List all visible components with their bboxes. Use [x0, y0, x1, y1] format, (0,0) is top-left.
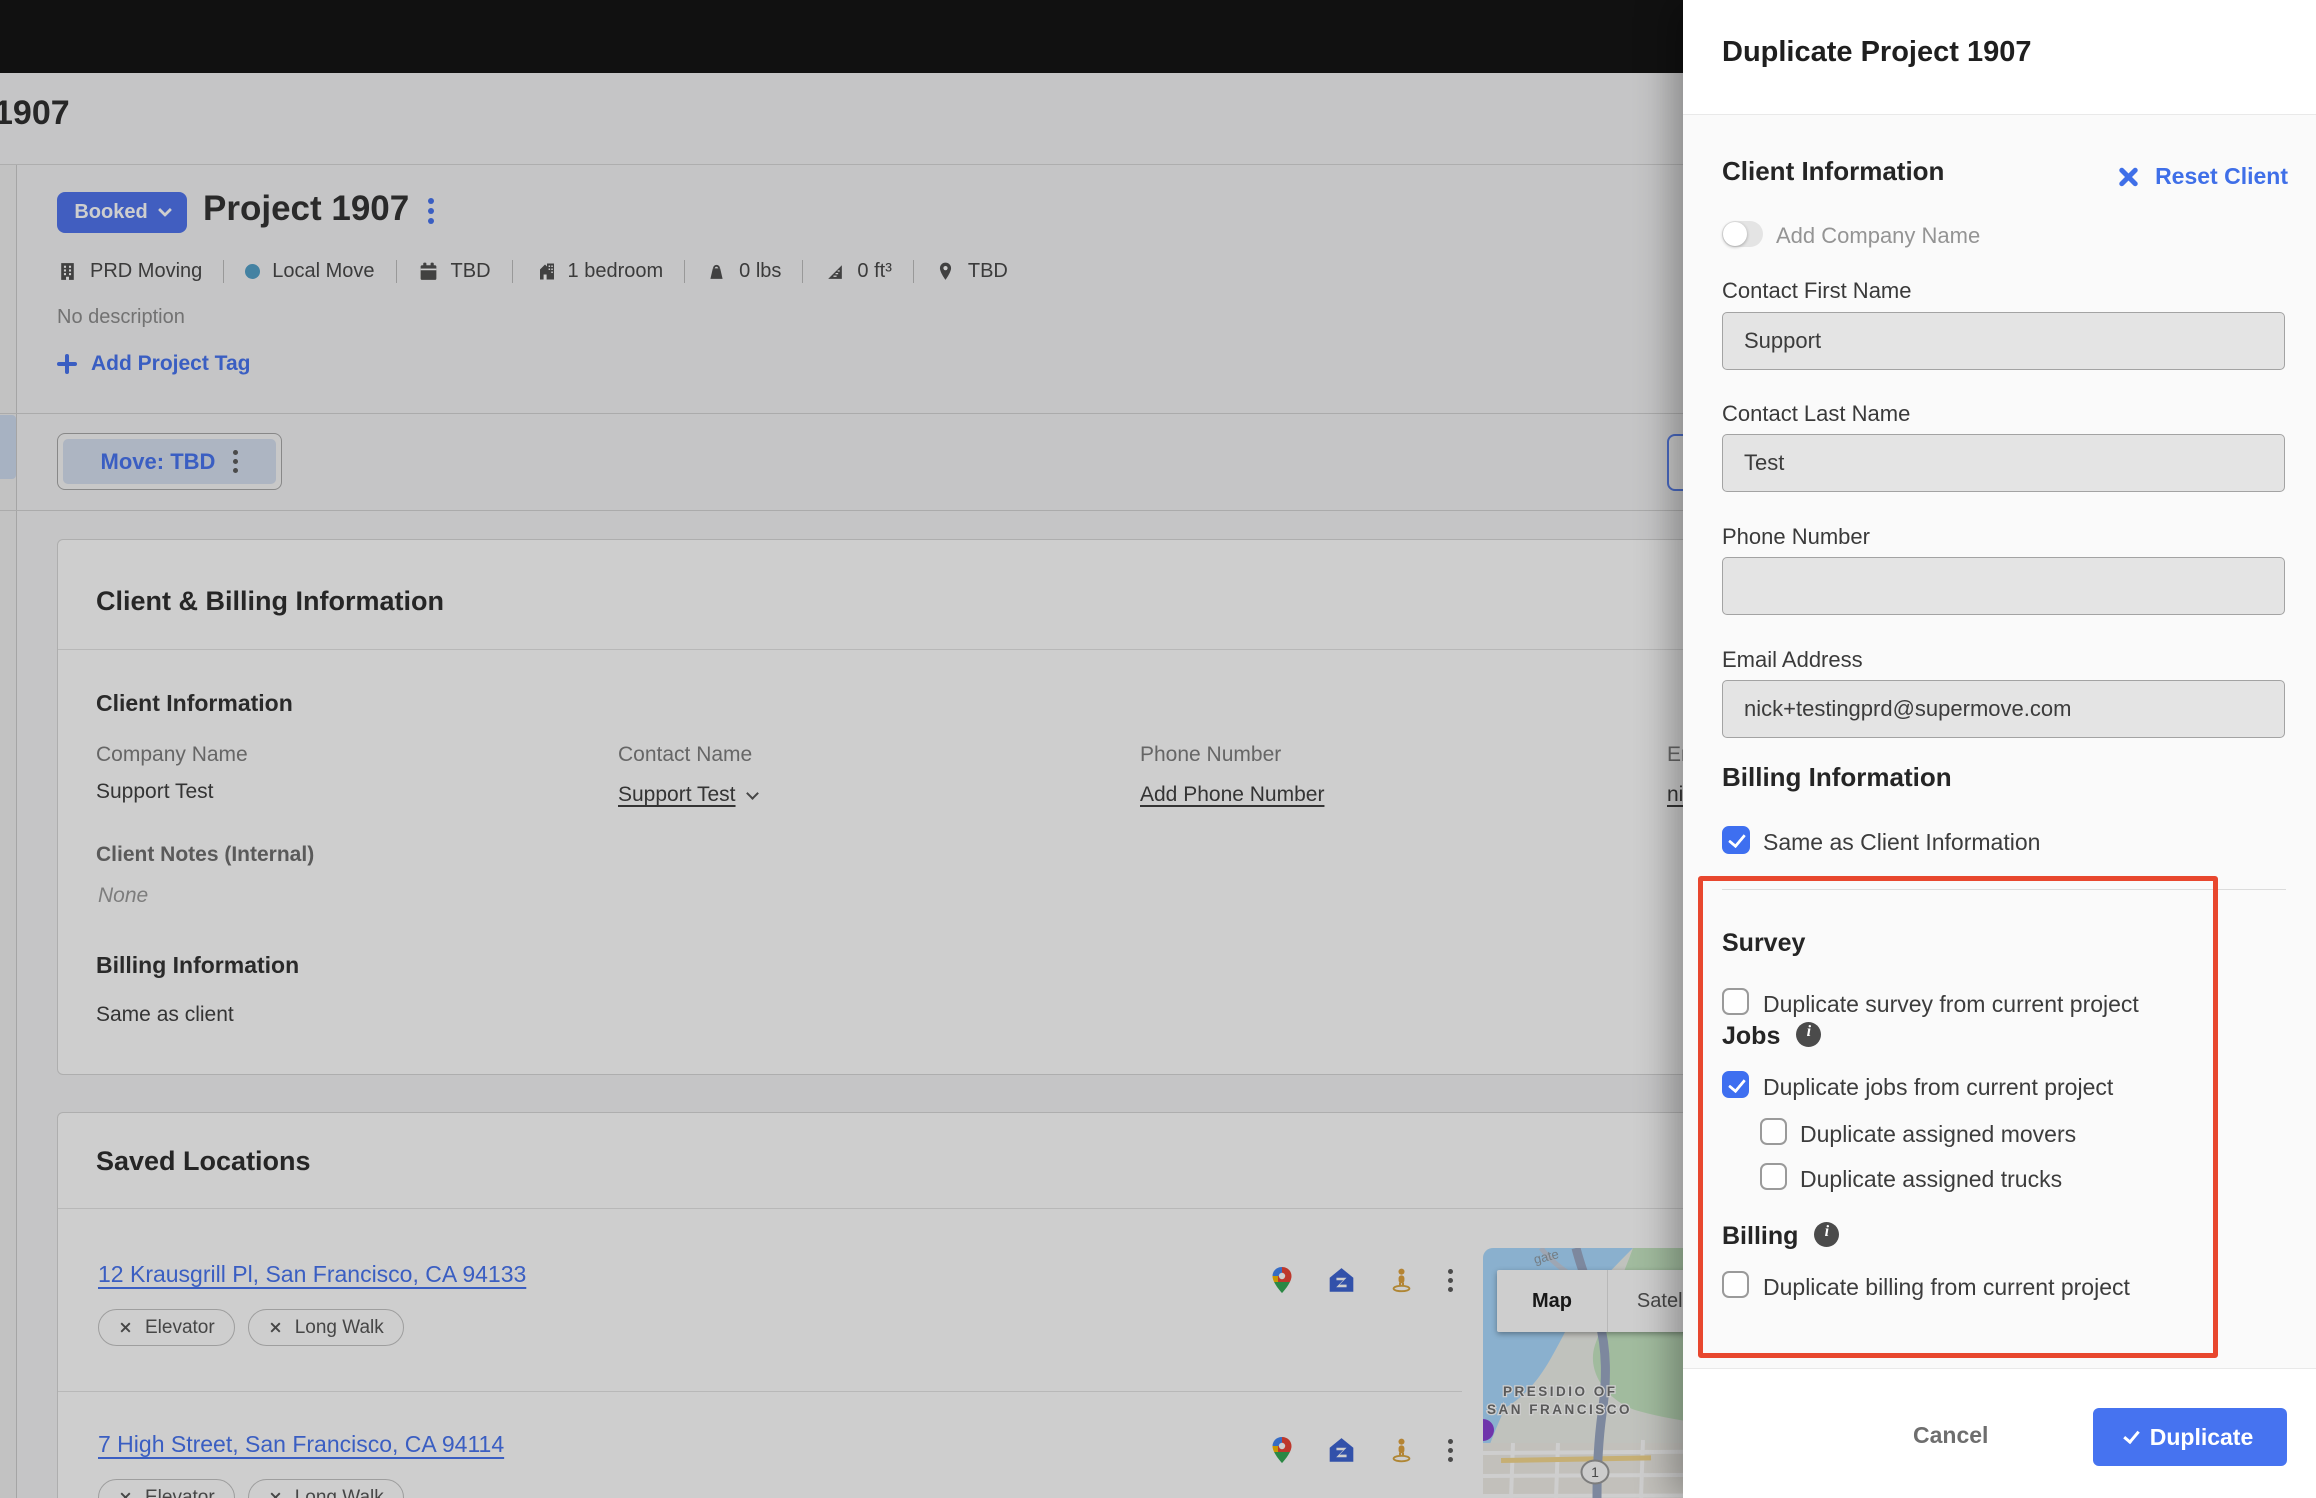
duplicate-project-drawer: Duplicate Project 1907 Client Informatio…	[1683, 0, 2316, 1498]
contact-last-name-label: Contact Last Name	[1722, 401, 1911, 426]
reset-client-button[interactable]: Reset Client	[2117, 163, 2288, 190]
cancel-button[interactable]: Cancel	[1913, 1422, 1988, 1449]
modal-overlay[interactable]	[0, 0, 1683, 1498]
divider	[1683, 1368, 2316, 1369]
contact-first-name-input[interactable]	[1722, 312, 2285, 370]
add-company-name-toggle[interactable]	[1722, 221, 1763, 247]
toggle-knob	[1723, 222, 1747, 246]
phone-number-label: Phone Number	[1722, 524, 1870, 549]
check-icon	[2122, 1426, 2140, 1444]
annotation-highlight-box	[1698, 876, 2218, 1358]
client-information-heading: Client Information	[1722, 156, 1945, 186]
phone-number-input[interactable]	[1722, 557, 2285, 615]
x-icon	[2117, 166, 2139, 188]
add-company-name-label: Add Company Name	[1776, 223, 1981, 248]
same-as-client-label: Same as Client Information	[1763, 829, 2041, 855]
billing-information-heading: Billing Information	[1722, 762, 1952, 792]
app-screen: 1907 Booked Project 1907 PRD Moving Loca…	[0, 0, 2316, 1498]
same-as-client-checkbox[interactable]	[1722, 826, 1750, 854]
duplicate-button[interactable]: Duplicate	[2093, 1408, 2287, 1466]
email-address-label: Email Address	[1722, 647, 1863, 672]
contact-last-name-input[interactable]	[1722, 434, 2285, 492]
contact-first-name-label: Contact First Name	[1722, 278, 1912, 303]
drawer-title: Duplicate Project 1907	[1722, 36, 2032, 68]
email-address-input[interactable]	[1722, 680, 2285, 738]
